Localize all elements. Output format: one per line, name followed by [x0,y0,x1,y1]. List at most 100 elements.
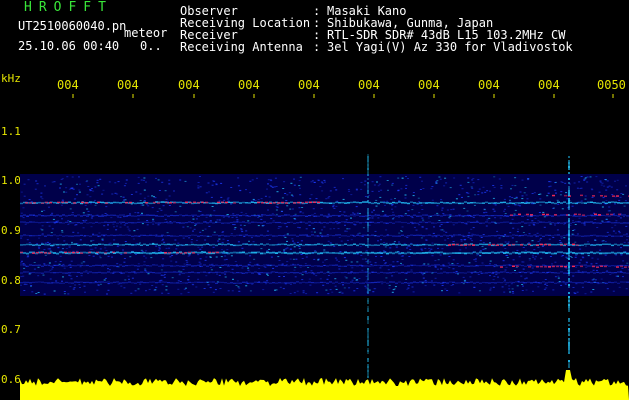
carrier-band [329,221,332,223]
noise-speck [489,260,492,262]
noise-speck [584,198,587,200]
noise-speck [61,204,63,206]
noise-speck [594,279,597,281]
hot-signal [544,266,547,268]
carrier-band [407,251,410,254]
carrier-band [542,221,545,223]
meteor-streak [367,292,369,294]
carrier-band [581,235,584,237]
carrier-band [461,282,464,284]
carrier-band [413,281,416,283]
noise-speck [71,212,74,214]
carrier-band [404,282,407,284]
noise-speck [343,257,346,259]
noise-speck [61,248,64,250]
carrier-band [590,234,593,237]
noise-speck [92,255,95,257]
noise-speck [305,256,308,258]
carrier-band [530,222,533,224]
carrier-band [155,252,158,255]
carrier-band [137,252,140,254]
carrier-band [575,202,578,205]
carrier-band [185,214,188,216]
noise-speck [350,194,353,196]
noise-speck [136,268,139,270]
carrier-band [158,235,161,237]
noise-speck [374,230,377,232]
noise-speck [232,278,234,280]
carrier-band [440,215,443,217]
noise-speck [385,277,388,279]
carrier-band [278,243,281,246]
carrier-band [38,201,41,204]
noise-speck [314,250,317,252]
carrier-band [440,235,443,237]
noise-speck [560,191,563,193]
noise-speck [586,181,589,183]
carrier-band [191,222,194,224]
carrier-band [401,282,404,284]
carrier-band [92,215,95,217]
noise-speck [492,197,495,199]
carrier-band [548,281,551,283]
carrier-band [458,265,461,267]
noise-speck [245,230,248,232]
carrier-band [350,251,353,254]
noise-speck [539,237,542,239]
carrier-band [272,264,275,266]
carrier-band [104,272,107,274]
carrier-band [323,281,326,283]
carrier-band [521,234,524,237]
noise-speck [120,285,123,287]
noise-speck [224,276,227,278]
hot-signal [536,266,539,268]
carrier-band [605,215,608,217]
meteor-streak [367,298,369,300]
noise-speck [96,182,99,184]
noise-speck [625,185,627,187]
noise-speck [161,240,164,242]
noise-speck [511,184,514,186]
carrier-band [197,222,200,224]
carrier-band [230,244,233,246]
carrier-band [485,265,488,267]
meteor-streak [568,262,570,264]
noise-speck [146,224,149,226]
noise-speck [462,276,465,278]
noise-speck [162,238,164,240]
carrier-band [611,235,614,237]
carrier-band [602,271,605,274]
carrier-band [533,215,536,217]
noise-speck [25,283,28,285]
carrier-band [260,243,263,245]
noise-speck [265,283,267,285]
carrier-band [179,201,182,204]
noise-speck [99,178,102,180]
noise-speck [65,187,68,189]
hot-signal [45,201,48,204]
carrier-band [602,243,605,245]
carrier-band [236,282,239,284]
noise-speck [539,193,542,195]
carrier-band [422,281,425,283]
noise-speck [412,291,415,293]
carrier-band [275,271,278,273]
carrier-band [137,272,140,274]
noise-speck [186,226,189,228]
carrier-band [50,272,53,274]
noise-speck [344,276,347,278]
carrier-band [251,235,254,237]
noise-speck [479,250,482,252]
noise-speck [338,261,340,263]
carrier-band [299,264,302,267]
carrier-band [95,234,98,236]
noise-speck [329,242,332,244]
noise-speck [281,197,284,199]
noise-speck [22,217,25,219]
carrier-band [395,271,398,273]
carrier-band [260,215,263,217]
carrier-band [35,235,38,237]
noise-speck [441,209,443,211]
noise-speck [509,199,511,201]
noise-speck [514,270,516,271]
